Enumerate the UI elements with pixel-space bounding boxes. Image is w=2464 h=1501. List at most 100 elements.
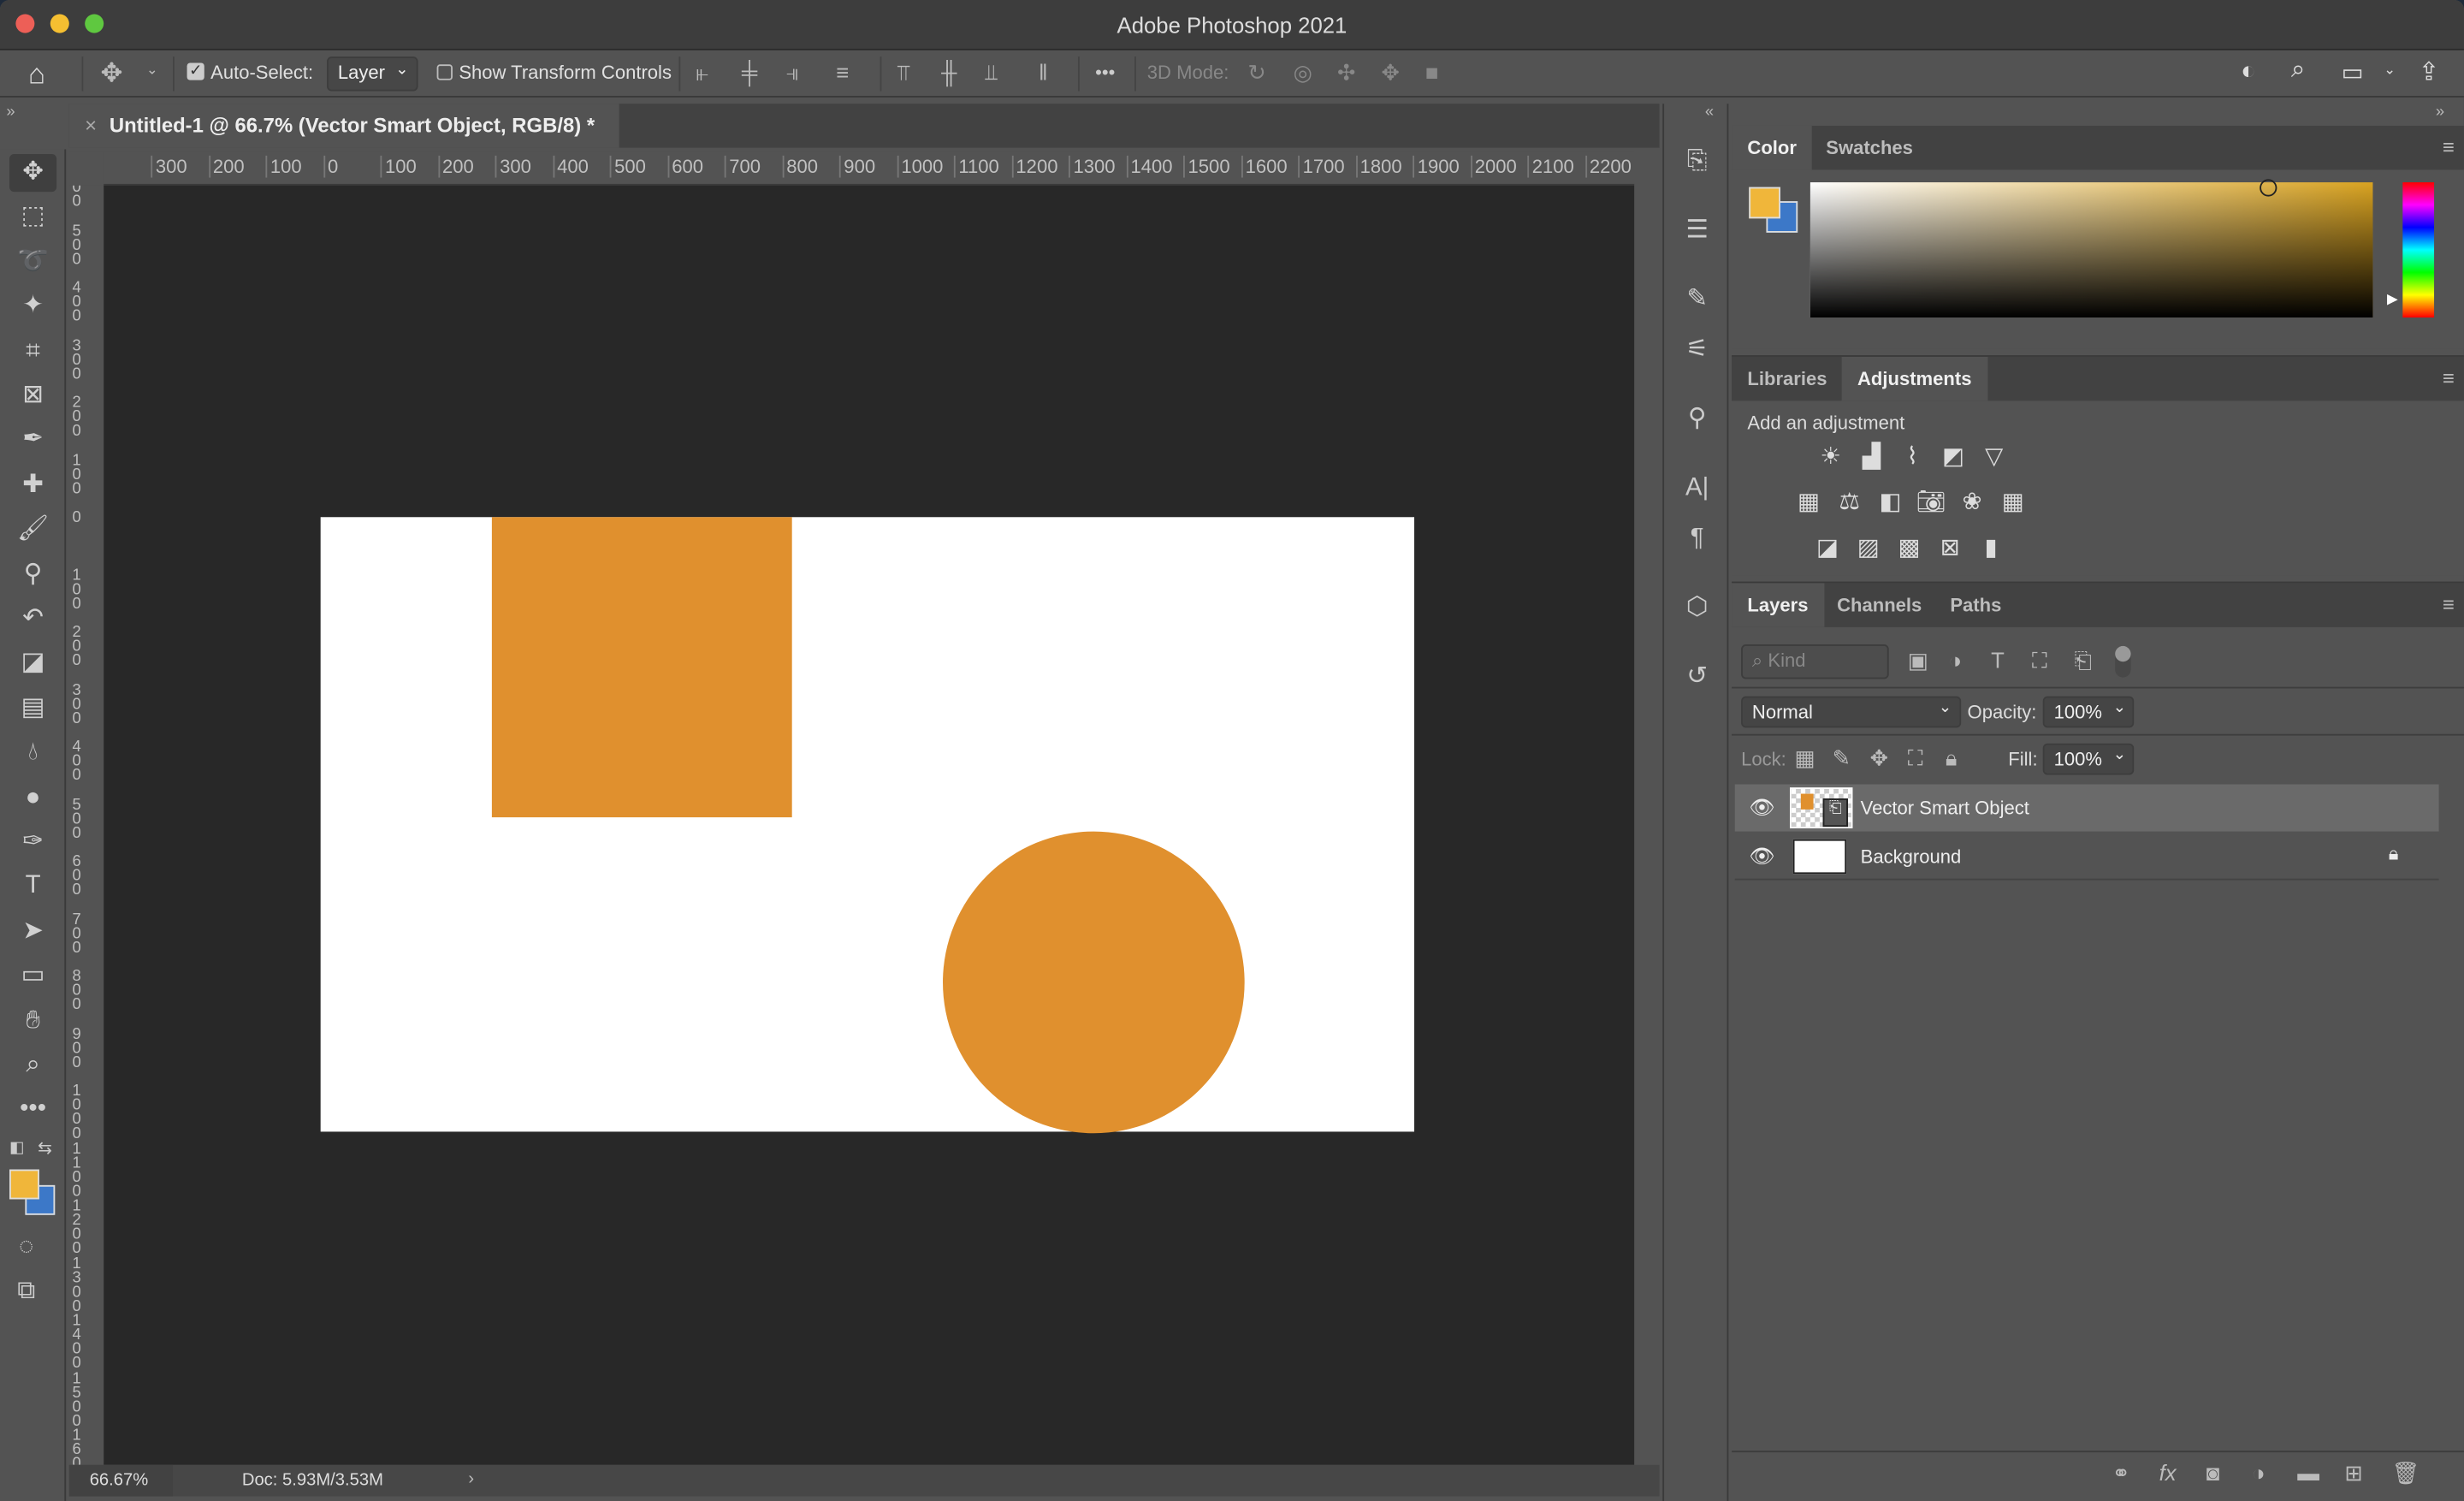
exposure-icon[interactable]: ◩ (1936, 442, 1970, 470)
horizontal-ruler[interactable]: 300 200 100 0 100 200 300 400 500 600 700 800 900 100… (104, 151, 1635, 186)
levels-icon[interactable]: ▟ (1854, 442, 1888, 470)
channel-mixer-icon[interactable]: ❀ (1955, 487, 1989, 515)
properties-icon[interactable]: ☰ (1677, 211, 1718, 252)
zoom-tool-icon[interactable]: ⌕ (9, 1047, 56, 1084)
link-layers-icon[interactable]: ⚭ (2112, 1460, 2131, 1486)
blend-mode-dropdown[interactable]: Normal ⌄ (1741, 696, 1962, 728)
move-tool-icon[interactable]: ✥ (101, 58, 123, 90)
default-colors-icon[interactable]: ◧ (9, 1140, 24, 1157)
color-lookup-icon[interactable]: ▦ (1996, 487, 2030, 515)
fill-field[interactable]: 100% ⌄ (2042, 743, 2135, 775)
edit-toolbar-icon[interactable]: ••• (9, 1091, 56, 1129)
tab-libraries[interactable]: Libraries (1732, 357, 1843, 400)
tab-channels[interactable]: Channels (1821, 583, 1938, 626)
eyedropper-tool-icon[interactable]: ✒ (9, 422, 56, 460)
selective-color-icon[interactable]: ⊠ (1933, 533, 1967, 561)
close-tab-icon[interactable]: × (85, 113, 97, 137)
marquee-tool-icon[interactable]: ⬚ (9, 199, 56, 236)
quick-mask-icon[interactable]: ◌ (19, 1234, 33, 1262)
vertical-ruler[interactable]: 6005004003002001000100200300400500600700… (68, 185, 104, 1465)
filter-smart-object-icon[interactable]: ⎗ (2074, 648, 2092, 674)
zoom-level[interactable]: 66.67% (90, 1471, 149, 1490)
clone-source-icon[interactable]: ⚲ (1677, 400, 1718, 441)
expand-toolbox-icon[interactable]: » (6, 104, 15, 121)
share-icon[interactable]: ⇪ (2419, 56, 2440, 88)
lock-all-icon[interactable]: 🔒︎ (1946, 745, 1958, 772)
blur-tool-icon[interactable]: 💧︎ (9, 734, 56, 772)
type-tool-icon[interactable]: T (9, 869, 56, 906)
lasso-tool-icon[interactable]: ➰ (9, 243, 56, 281)
auto-select-target-dropdown[interactable]: Layer ⌄ (327, 56, 418, 92)
3d-icon[interactable]: ⬡ (1677, 588, 1718, 629)
opacity-field[interactable]: 100% ⌄ (2042, 696, 2135, 728)
auto-select-checkbox[interactable]: ✓ (187, 62, 204, 80)
gradient-tool-icon[interactable]: ▤ (9, 690, 56, 727)
foreground-color-swatch[interactable] (9, 1169, 39, 1200)
layer-row-background[interactable]: 👁︎ Background 🔒︎ (1734, 833, 2439, 881)
lock-image-pixels-icon[interactable]: ✎ (1833, 745, 1851, 772)
align-bottom-icon[interactable]: ⫫ (986, 60, 998, 86)
distribute-vertical-icon[interactable]: ‖ (1039, 60, 1048, 85)
filter-toggle[interactable] (2115, 645, 2131, 678)
tab-swatches[interactable]: Swatches (1810, 126, 1928, 169)
delete-layer-icon[interactable]: 🗑︎ (2391, 1460, 2420, 1486)
align-top-icon[interactable]: ⫪ (897, 60, 910, 86)
timeline-icon[interactable]: ↺ (1677, 657, 1718, 698)
document-canvas[interactable] (320, 517, 1415, 1134)
filter-adjustment-icon[interactable]: ◑ (1949, 648, 1963, 673)
foreground-color-swatch[interactable] (1749, 187, 1780, 219)
add-mask-icon[interactable]: ◙ (2206, 1460, 2220, 1485)
align-horizontal-center-icon[interactable]: ╪ (742, 60, 757, 85)
panel-menu-icon[interactable]: ≡ (2443, 135, 2455, 159)
search-icon[interactable]: ⌕ (2291, 56, 2305, 85)
tab-color[interactable]: Color (1732, 125, 1813, 170)
threshold-icon[interactable]: ▩ (1892, 533, 1926, 561)
3d-slide-icon[interactable]: ✥ (1381, 60, 1400, 86)
layer-name[interactable]: Background (1861, 845, 1962, 868)
align-right-icon[interactable]: ⫣ (785, 60, 798, 86)
new-adjustment-layer-icon[interactable]: ◑ (2252, 1460, 2266, 1485)
screen-mode-icon[interactable]: ⧉ (17, 1278, 35, 1306)
brush-tool-icon[interactable]: 🖌︎ (9, 511, 56, 549)
hue-saturation-icon[interactable]: ▦ (1792, 487, 1826, 515)
brightness-contrast-icon[interactable]: ☀ (1814, 442, 1848, 470)
move-tool-icon[interactable]: ✥ (9, 153, 57, 193)
collapse-panels-icon[interactable]: « (1705, 104, 1714, 121)
pen-tool-icon[interactable]: ✑ (9, 823, 56, 861)
brushes-icon[interactable]: ✎ (1677, 280, 1718, 321)
canvas-area[interactable] (104, 185, 1635, 1465)
new-group-icon[interactable]: ▬ (2297, 1460, 2319, 1485)
posterize-icon[interactable]: ▨ (1851, 533, 1886, 561)
show-transform-checkbox[interactable] (436, 64, 453, 80)
new-layer-icon[interactable]: ⊞ (2344, 1460, 2363, 1486)
3d-orbit-icon[interactable]: ↻ (1247, 60, 1266, 86)
chevron-down-icon[interactable]: ⌄ (146, 62, 158, 79)
paragraph-icon[interactable]: ¶ (1677, 519, 1718, 560)
tab-adjustments[interactable]: Adjustments (1841, 356, 1987, 401)
collapse-dock-icon[interactable]: » (2436, 104, 2444, 121)
orange-circle-shape[interactable] (943, 831, 1245, 1134)
tab-layers[interactable]: Layers (1732, 583, 1824, 627)
hue-slider-handle[interactable]: ▶ (2387, 291, 2398, 308)
workspace-icon[interactable]: ▭ (2342, 58, 2364, 86)
photo-filter-icon[interactable]: 📷︎ (1914, 487, 1948, 515)
gradient-map-icon[interactable]: ▮ (1974, 533, 2008, 561)
align-vertical-center-icon[interactable]: ╫ (941, 60, 957, 85)
color-balance-icon[interactable]: ⚖ (1833, 487, 1867, 515)
curves-icon[interactable]: ⌇ (1895, 442, 1929, 470)
frame-tool-icon[interactable]: ⊠ (9, 377, 56, 415)
learn-icon[interactable]: ◐ (2241, 58, 2256, 86)
hue-slider[interactable] (2402, 182, 2435, 318)
crop-tool-icon[interactable]: ⌗ (9, 333, 56, 371)
chevron-down-icon[interactable]: ⌄ (2384, 62, 2396, 79)
healing-brush-tool-icon[interactable]: ✚ (9, 466, 56, 504)
rectangle-tool-icon[interactable]: ▭ (9, 958, 56, 995)
distribute-icon[interactable]: ≡ (836, 60, 849, 85)
black-white-icon[interactable]: ◧ (1873, 487, 1907, 515)
3d-pan-icon[interactable]: ✣ (1337, 60, 1356, 86)
brush-settings-icon[interactable]: ⚟ (1677, 330, 1718, 371)
hand-tool-icon[interactable]: ✋︎ (9, 1002, 56, 1040)
color-field[interactable] (1810, 182, 2373, 318)
document-tab[interactable]: × Untitled-1 @ 66.7% (Vector Smart Object… (68, 104, 619, 148)
lock-artboard-icon[interactable]: ⛶ (1908, 745, 1923, 772)
